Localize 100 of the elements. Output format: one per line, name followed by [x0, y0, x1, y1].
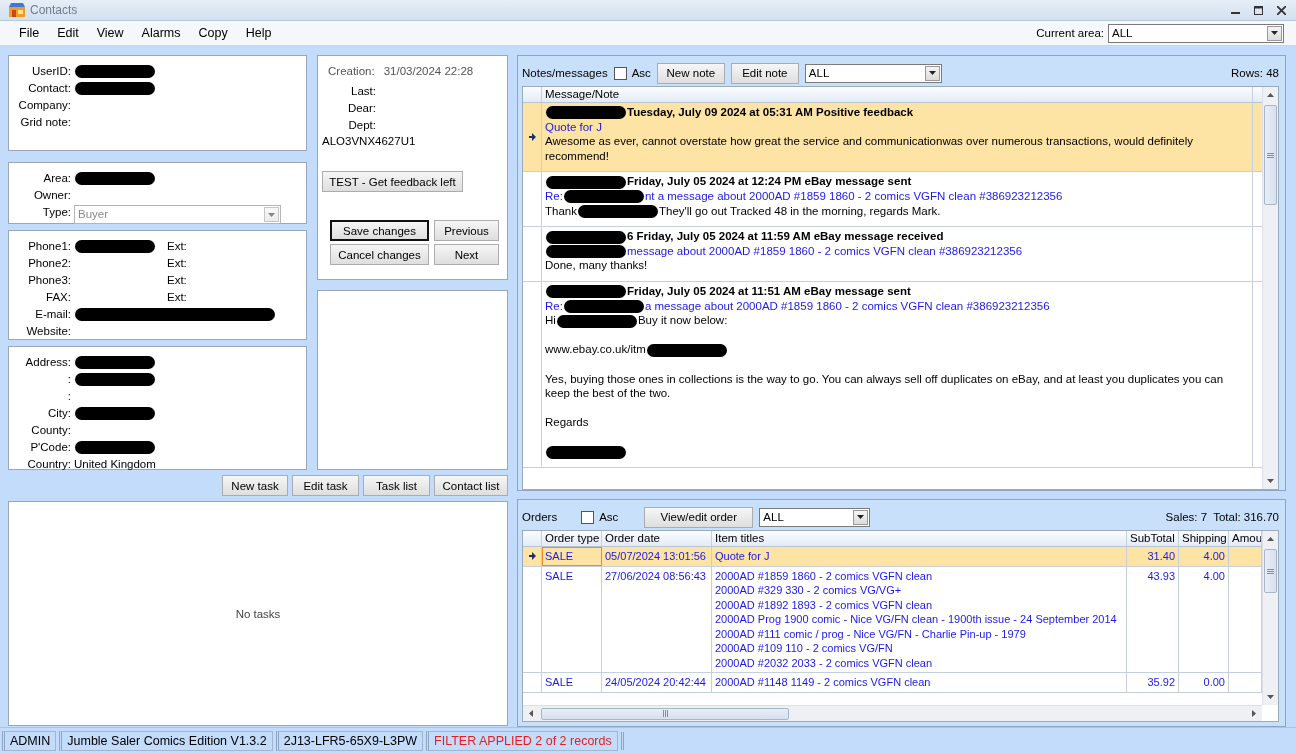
- message-text: Thank: [545, 204, 577, 217]
- field-label: Ext:: [167, 240, 187, 252]
- field-label: Dept:: [347, 118, 376, 133]
- sales-count: Sales: 7: [1165, 511, 1208, 523]
- field-label: Dear:: [346, 101, 376, 116]
- message-row[interactable]: [523, 281, 1262, 469]
- message-header: Tuesday, July 09 2024 at 05:31 AM Positive feedback: [627, 106, 914, 118]
- table-cell: SALE: [542, 547, 602, 566]
- grip-icon: [662, 710, 668, 717]
- grip-icon: [1267, 568, 1274, 574]
- checkbox[interactable]: [613, 66, 627, 80]
- menu-item[interactable]: Alarms: [132, 26, 190, 41]
- table-cell: 35.92: [1127, 673, 1179, 692]
- message-text: Yes, buying those ones in collections is the way to go. You can always sell off duplicates on eBay, and at least you duplicates you can keep the best of the two.: [545, 372, 1224, 400]
- status-text: 2J13-LFR5-65X9-L3PW: [275, 731, 424, 751]
- task-button[interactable]: New task: [222, 475, 288, 496]
- row-pointer-icon: [528, 133, 536, 142]
- item-title: 2000AD #1859 1860 - 2 comics VGFN clean: [715, 568, 934, 583]
- grip-icon: [1267, 152, 1274, 158]
- item-title: 2000AD Prog 1900 comic - Nice VG/FN clean - 1900th issue - 24 September 2014: [715, 612, 1118, 627]
- item-title: 2000AD #329 330 - 2 comics VG/VG+: [715, 583, 903, 598]
- column-header: Message/Note: [542, 87, 1253, 102]
- item-title: 2000AD #1892 1893 - 2 comics VGFN clean: [715, 597, 934, 612]
- column-header: Shipping: [1179, 531, 1229, 546]
- field-label: City:: [47, 406, 71, 421]
- filter-dropdown[interactable]: ALL: [759, 507, 871, 527]
- field-label: Ext:: [167, 257, 187, 269]
- window-title: Contacts: [30, 3, 79, 18]
- message-subject: nt a message about 2000AD #1859 1860 - 2 comics VGFN clean #386923212356: [644, 189, 1063, 202]
- table-cell: 24/05/2024 20:42:44: [602, 673, 712, 692]
- message-text: Awesome as ever, cannot overstate how great the service and communicationwas over numerous transactions, would definitely recommend!: [545, 135, 1193, 162]
- order-row[interactable]: SALE 24/05/2024 20:42:44 2000AD #1148 1149 - 2 comics VGFN clean 35.92 0.00: [523, 673, 1262, 693]
- task-button[interactable]: Task list: [363, 475, 430, 496]
- field-label: Phone1:: [27, 239, 71, 254]
- field-value: United Kingdom: [74, 458, 156, 470]
- row-count: Rows: 48: [1231, 67, 1279, 79]
- scroll-thumb[interactable]: [541, 707, 789, 720]
- menu-item[interactable]: Edit: [48, 26, 88, 41]
- menu-item[interactable]: View: [87, 26, 133, 41]
- item-title: 2000AD #2032 2033 - 2 comics VGFN clean: [715, 655, 934, 670]
- message-text: They'll go out Tracked 48 in the morning, regards Mark.: [658, 204, 941, 217]
- table-cell: 4.00: [1179, 547, 1229, 566]
- checkbox[interactable]: [581, 510, 595, 524]
- field-label: Contact:: [27, 81, 71, 96]
- scroll-down-icon: [1267, 695, 1274, 699]
- field-label: P'Code:: [29, 440, 71, 455]
- field-label: :: [66, 372, 71, 387]
- menu-item[interactable]: Help: [236, 26, 281, 41]
- scroll-thumb[interactable]: [1264, 549, 1277, 593]
- field-label: :: [66, 389, 71, 404]
- order-row[interactable]: [523, 566, 1262, 673]
- field-label: Last:: [350, 84, 376, 99]
- area-dropdown[interactable]: ALL: [1108, 23, 1284, 43]
- form-button[interactable]: Save changes: [330, 220, 429, 241]
- maximize-icon[interactable]: [1254, 5, 1263, 15]
- form-button[interactable]: Next: [434, 244, 499, 265]
- field-label: Ext:: [167, 291, 187, 303]
- message-row[interactable]: 6 Friday, July 05 2024 at 11:59 AM eBay message received message about 2000AD #1859 1860 - 2 comics VGFN clean #386923212356 Done, many thanks!: [523, 227, 1262, 282]
- scroll-down-icon: [1267, 479, 1274, 483]
- field-label: Website:: [25, 324, 71, 339]
- message-text: Done, many thanks!: [545, 259, 648, 272]
- message-subject: Re:: [545, 189, 563, 202]
- message-header: Friday, July 05 2024 at 12:24 PM eBay message sent: [627, 175, 912, 188]
- message-text: Buy it now below:: [637, 314, 728, 327]
- item-title: 2000AD #111 comic / prog - Nice VG/FN - Charlie Pin-up - 1979: [715, 626, 1027, 641]
- scroll-thumb[interactable]: [1264, 105, 1277, 205]
- message-subject: message about 2000AD #1859 1860 - 2 comics VGFN clean #386923212356: [627, 244, 1023, 257]
- message-row[interactable]: Friday, July 05 2024 at 12:24 PM eBay message sent Re: nt a message about 2000AD #1859 1860 - 2 comics VGFN clean #386923212356 Thank They'll go out Tracked 48 in the morning, regards Mark.: [523, 172, 1262, 228]
- order-button[interactable]: View/edit order: [644, 506, 754, 528]
- task-button[interactable]: Edit task: [292, 475, 359, 496]
- table-cell: 31.40: [1127, 547, 1179, 566]
- filter-dropdown[interactable]: ALL: [804, 63, 942, 83]
- field-label: Address:: [24, 355, 71, 370]
- task-button[interactable]: Contact list: [434, 475, 508, 496]
- order-row[interactable]: SALE 05/07/2024 13:01:56 Quote for J 31.40 4.00: [523, 547, 1262, 567]
- caret-icon: [1271, 31, 1278, 36]
- form-button[interactable]: Previous: [434, 220, 499, 241]
- note-button[interactable]: New note: [656, 62, 725, 84]
- menu-item[interactable]: Copy: [189, 26, 237, 41]
- checkbox-label: Asc: [599, 511, 619, 523]
- sales-total: Total: 316.70: [1213, 511, 1279, 523]
- message-text: Regards: [545, 416, 589, 429]
- form-button[interactable]: Cancel changes: [330, 244, 429, 265]
- scrollbar[interactable]: [1262, 531, 1278, 705]
- app-icon: [8, 2, 26, 19]
- caret-icon: [857, 515, 865, 519]
- test-button[interactable]: TEST - Get feedback left: [322, 171, 463, 192]
- field-label: Country:: [26, 457, 71, 472]
- message-row[interactable]: Tuesday, July 09 2024 at 05:31 AM Positive feedback Quote for J Awesome as ever, cannot overstate how great the service and communicationwas over numerous transactions, would definitely recommend!: [523, 103, 1262, 173]
- message-header: Friday, July 05 2024 at 11:51 AM eBay message sent: [627, 284, 911, 297]
- menu-item[interactable]: File: [10, 26, 49, 41]
- close-icon[interactable]: [1277, 5, 1286, 15]
- item-title: Quote for J: [715, 549, 771, 564]
- scrollbar[interactable]: [1262, 87, 1278, 489]
- caret-icon: [268, 212, 275, 217]
- note-button[interactable]: Edit note: [730, 62, 799, 84]
- scroll-up-icon: [1267, 93, 1274, 97]
- field-label: Type:: [41, 205, 71, 220]
- field-label: Creation:: [328, 65, 375, 77]
- scrollbar[interactable]: [523, 705, 1262, 721]
